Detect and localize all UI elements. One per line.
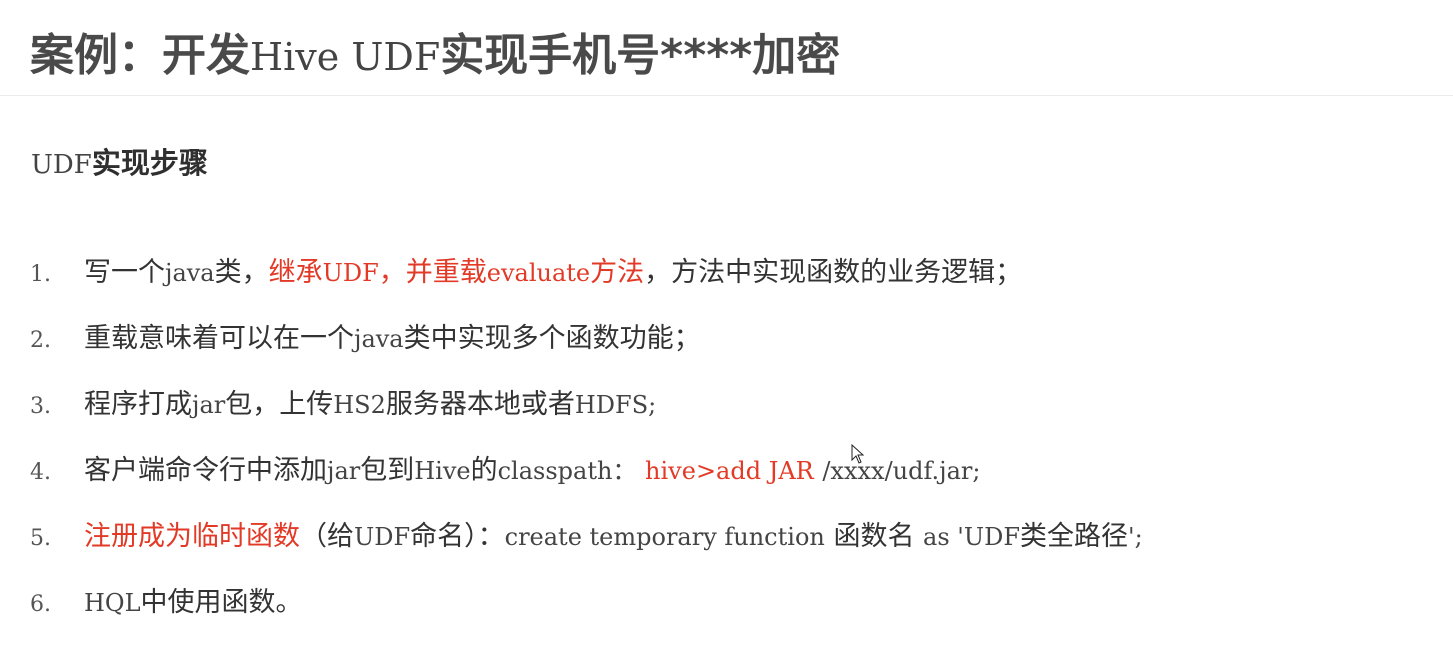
step-text: 类全路径 xyxy=(1020,521,1129,552)
section-heading: UDF实现步骤 xyxy=(31,140,208,182)
step-text: 类， xyxy=(214,257,269,288)
step-text: 写一个 xyxy=(84,257,165,288)
step-code: '; xyxy=(1128,523,1143,551)
step-number: 4. xyxy=(30,460,51,485)
steps-list: 1. 写一个java类，继承UDF，并重载evaluate方法，方法中实现函数的业… xyxy=(30,240,1143,636)
step-code: classpath： xyxy=(497,457,637,485)
mouse-cursor-icon xyxy=(851,444,865,464)
step-code: as 'UDF xyxy=(923,523,1021,551)
step-text: 程序打成 xyxy=(84,389,192,420)
step-text: 命名）： xyxy=(410,521,505,552)
step-5: 5. 注册成为临时函数（给UDF命名）：create temporary func… xyxy=(30,504,1143,570)
step-text: 包，上传 xyxy=(225,389,334,420)
step-text: ，方法中实现函数的业务逻辑； xyxy=(644,257,1023,288)
step-highlight: 继承 xyxy=(268,257,323,288)
step-highlight: 方法 xyxy=(590,257,645,288)
step-4: 4. 客户端命令行中添加jar包到Hive的classpath： hive>add… xyxy=(30,438,1143,504)
step-highlight: ，并重载 xyxy=(378,257,487,288)
step-3: 3. 程序打成jar包，上传HS2服务器本地或者HDFS; xyxy=(30,372,1143,438)
step-text: 的 xyxy=(470,455,498,486)
section-heading-part-1: UDF xyxy=(31,150,92,180)
step-text: 包到 xyxy=(360,455,415,486)
title-part-3: 实现手机号****加密 xyxy=(440,30,841,81)
page-title: 案例：开发Hive UDF实现手机号****加密 xyxy=(30,26,840,87)
step-code: HS2 xyxy=(333,391,386,419)
step-text: 类中实现多个函数功能； xyxy=(403,323,701,354)
step-number: 3. xyxy=(30,394,51,419)
step-highlight: 注册成为临时函数 xyxy=(84,521,300,552)
step-2: 2. 重载意味着可以在一个java类中实现多个函数功能； xyxy=(30,306,1143,372)
step-code: create temporary function xyxy=(504,523,825,551)
title-bar: 案例：开发Hive UDF实现手机号****加密 xyxy=(0,0,1453,96)
step-number: 1. xyxy=(30,262,51,287)
step-number: 5. xyxy=(30,526,51,551)
step-number: 2. xyxy=(30,328,51,353)
step-code: HDFS; xyxy=(574,391,657,419)
step-text: 函数名 xyxy=(833,521,915,552)
step-6: 6. HQL中使用函数。 xyxy=(30,570,1143,636)
step-text: 重载意味着可以在一个 xyxy=(84,323,354,354)
section-heading-part-2: 实现步骤 xyxy=(91,146,208,180)
title-part-2: Hive UDF xyxy=(250,35,441,79)
step-1: 1. 写一个java类，继承UDF，并重载evaluate方法，方法中实现函数的业… xyxy=(30,240,1143,306)
step-code: HQL xyxy=(84,589,141,617)
step-number: 6. xyxy=(30,592,51,617)
step-text: （给 xyxy=(300,521,354,552)
title-part-1: 案例：开发 xyxy=(30,30,250,81)
step-code: jar xyxy=(192,391,226,419)
step-code: java xyxy=(354,325,404,353)
step-code: UDF xyxy=(354,523,411,551)
step-text: 中使用函数。 xyxy=(140,587,303,618)
step-code: Hive xyxy=(414,457,471,485)
step-text: 客户端命令行中添加 xyxy=(84,455,327,486)
step-code: java xyxy=(165,259,215,287)
step-text: 服务器本地或者 xyxy=(385,389,575,420)
step-code: jar xyxy=(327,457,361,485)
step-code: /xxxx/udf.jar; xyxy=(822,457,981,485)
step-highlight-code: evaluate xyxy=(486,259,591,287)
step-highlight-code: hive>add JAR xyxy=(645,457,814,485)
step-highlight-code: UDF xyxy=(322,259,379,287)
